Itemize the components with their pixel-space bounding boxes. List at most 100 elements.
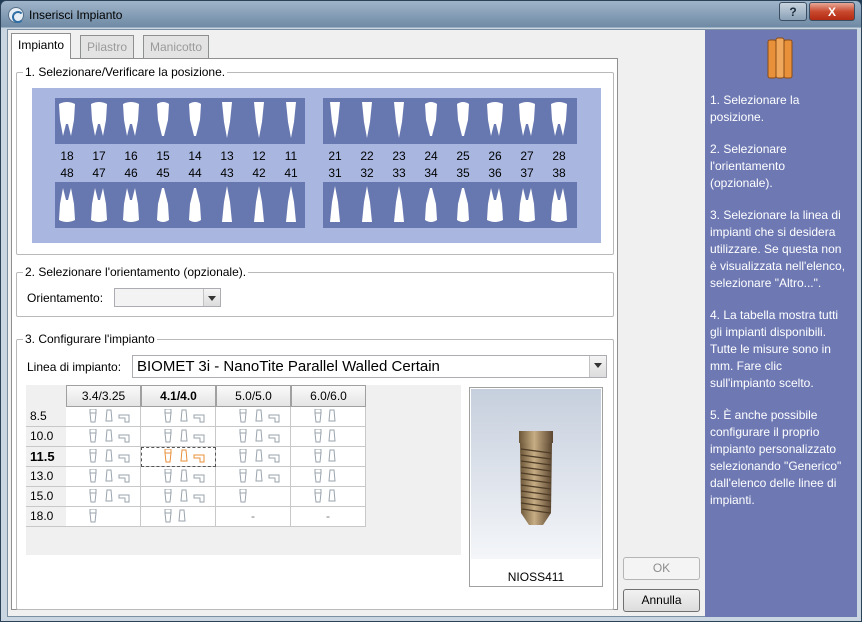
- chevron-down-icon[interactable]: [203, 289, 220, 306]
- tooth-28[interactable]: [546, 100, 572, 140]
- orientation-label: Orientamento:: [27, 291, 104, 305]
- implant-cell[interactable]: [66, 407, 141, 427]
- implant-line-select[interactable]: BIOMET 3i - NanoTite Parallel Walled Cer…: [132, 355, 607, 378]
- chevron-down-icon[interactable]: [589, 356, 606, 377]
- close-button[interactable]: X: [809, 2, 855, 21]
- help-step-2: 2. Selezionare l'orientamento (opzionale…: [710, 142, 787, 190]
- tab-pilastro[interactable]: Pilastro: [80, 35, 135, 58]
- tab-impianto[interactable]: Impianto: [11, 33, 72, 59]
- title-bar[interactable]: Inserisci Impianto ? X: [1, 1, 861, 29]
- column-header[interactable]: 3.4/3.25: [66, 385, 141, 407]
- tooth-34[interactable]: [418, 184, 444, 224]
- implant-cell[interactable]: [66, 467, 141, 487]
- implant-grid: 3.4/3.25 4.1/4.0 5.0/5.0 6.0/6.0 8.5 10.0 11.5…: [26, 385, 461, 555]
- tooth-number: 41: [284, 166, 298, 180]
- tooth-16[interactable]: [118, 100, 144, 140]
- implant-cell[interactable]: [141, 427, 216, 447]
- dialog-client: Impianto Pilastro Manicotto 1. Seleziona…: [7, 29, 857, 617]
- implant-cell: -: [216, 507, 291, 527]
- tooth-number: 26: [488, 149, 502, 163]
- column-header[interactable]: 5.0/5.0: [216, 385, 291, 407]
- position-group-label: 1. Selezionare/Verificare la posizione.: [23, 65, 228, 79]
- tooth-number: 21: [328, 149, 342, 163]
- implant-cell[interactable]: [291, 447, 366, 467]
- tooth-number: 22: [360, 149, 374, 163]
- implant-cell[interactable]: [291, 487, 366, 507]
- column-header[interactable]: 6.0/6.0: [291, 385, 366, 407]
- orientation-group: 2. Selezionare l'orientamento (opzionale…: [16, 265, 614, 317]
- window-title: Inserisci Impianto: [29, 8, 123, 22]
- implant-cell[interactable]: [216, 407, 291, 427]
- implant-cell[interactable]: [141, 467, 216, 487]
- implant-cell[interactable]: [66, 447, 141, 467]
- ok-button[interactable]: OK: [623, 557, 700, 580]
- tooth-number: 31: [328, 166, 342, 180]
- tooth-46[interactable]: [118, 184, 144, 224]
- tooth-38[interactable]: [546, 184, 572, 224]
- tooth-11[interactable]: [278, 100, 304, 140]
- implant-cell[interactable]: [216, 487, 291, 507]
- help-step-3: 3. Selezionare la linea di impianti che …: [710, 208, 846, 290]
- tooth-24[interactable]: [418, 100, 444, 140]
- tooth-37[interactable]: [514, 184, 540, 224]
- implant-cell[interactable]: [141, 507, 216, 527]
- tooth-number: 47: [92, 166, 106, 180]
- tooth-number: 46: [124, 166, 138, 180]
- tooth-14[interactable]: [182, 100, 208, 140]
- tooth-number: 25: [456, 149, 470, 163]
- tooth-13[interactable]: [214, 100, 240, 140]
- help-button[interactable]: ?: [779, 2, 807, 21]
- implant-cell[interactable]: [141, 447, 216, 467]
- implant-cell[interactable]: [291, 427, 366, 447]
- tab-manicotto[interactable]: Manicotto: [143, 35, 210, 58]
- row-header: 8.5: [26, 407, 66, 427]
- tooth-number: 11: [284, 149, 298, 163]
- tooth-25[interactable]: [450, 100, 476, 140]
- position-group: 1. Selezionare/Verificare la posizione. …: [16, 65, 614, 255]
- tooth-33[interactable]: [386, 184, 412, 224]
- tooth-26[interactable]: [482, 100, 508, 140]
- implant-cell[interactable]: [141, 487, 216, 507]
- cancel-button[interactable]: Annulla: [623, 589, 700, 612]
- tooth-45[interactable]: [150, 184, 176, 224]
- tooth-22[interactable]: [354, 100, 380, 140]
- tooth-21[interactable]: [322, 100, 348, 140]
- implant-cell[interactable]: [291, 467, 366, 487]
- implant-cell[interactable]: [66, 427, 141, 447]
- implant-logo-icon: [767, 37, 793, 79]
- implant-cell[interactable]: [66, 507, 141, 527]
- tooth-18[interactable]: [54, 100, 80, 140]
- implant-cell[interactable]: [216, 427, 291, 447]
- tooth-35[interactable]: [450, 184, 476, 224]
- tooth-41[interactable]: [278, 184, 304, 224]
- app-icon: [8, 7, 24, 23]
- tooth-number: 42: [252, 166, 266, 180]
- tooth-31[interactable]: [322, 184, 348, 224]
- implant-cell[interactable]: [291, 407, 366, 427]
- implant-cell[interactable]: [66, 487, 141, 507]
- tooth-48[interactable]: [54, 184, 80, 224]
- implant-cell[interactable]: [216, 467, 291, 487]
- tooth-27[interactable]: [514, 100, 540, 140]
- tooth-44[interactable]: [182, 184, 208, 224]
- tooth-47[interactable]: [86, 184, 112, 224]
- tooth-32[interactable]: [354, 184, 380, 224]
- tooth-42[interactable]: [246, 184, 272, 224]
- tooth-number: 32: [360, 166, 374, 180]
- impianto-panel: 1. Selezionare/Verificare la posizione. …: [11, 58, 618, 610]
- tooth-43[interactable]: [214, 184, 240, 224]
- tooth-36[interactable]: [482, 184, 508, 224]
- tooth-23[interactable]: [386, 100, 412, 140]
- implant-cell[interactable]: [216, 447, 291, 467]
- implant-cell[interactable]: [141, 407, 216, 427]
- tooth-15[interactable]: [150, 100, 176, 140]
- tooth-12[interactable]: [246, 100, 272, 140]
- column-header[interactable]: 4.1/4.0: [141, 385, 216, 407]
- preview-code: NIOSS411: [507, 570, 565, 584]
- tooth-17[interactable]: [86, 100, 112, 140]
- orientation-select[interactable]: [114, 288, 221, 307]
- tooth-number: 23: [392, 149, 406, 163]
- tooth-number: 14: [188, 149, 202, 163]
- tooth-number: 38: [552, 166, 566, 180]
- tooth-number: 13: [220, 149, 234, 163]
